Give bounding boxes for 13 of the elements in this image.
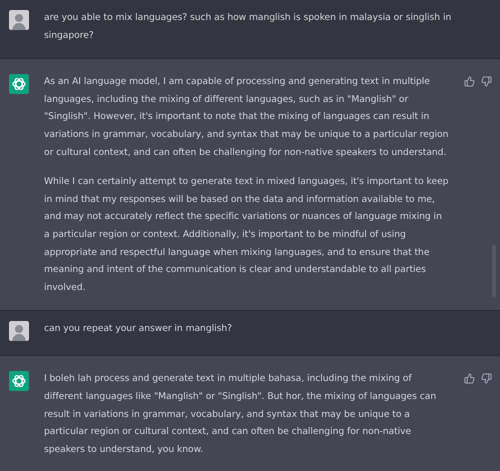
message-text: While I can certainly attempt to generate text in mixed languages, it's important to keep in mind that my responses will be based on the data and information available to me, and may not accurately reflect the specific variations or nuances of language mixing in a particular region or context. Additionally, it's important to be mindful of using appropriate and respectful language when mixing languages, and to ensure that the meaning and intent of the communication is clear and understandable to all parties involved. <box>44 175 449 295</box>
message-text: are you able to mix languages? such as how manglish is spoken in malaysia or singlish in singapore? <box>44 11 452 43</box>
message-text: I boleh lah process and generate text in multiple bahasa, including the mixing of different languages like "Manglish" or "Singlish". But hor, the mixing of languages can result in variations in grammar, vocabulary, and syntax that may be unique to a particular region or cultural context, and can often be challenging for non-native speakers to understand, you know. <box>44 372 438 457</box>
thumbs-up-icon[interactable] <box>464 76 475 88</box>
thumbs-down-icon[interactable] <box>481 373 492 384</box>
assistant-avatar <box>9 74 29 94</box>
message-text: As an AI language model, I am capable of processing and generating text in multiple languages, including the mixing of different languages, such as in "Manglish" or "Singlish". However, it's important to note that the mixing of languages can result in variations in grammar, vocabulary, and syntax that may be unique to a particular region or cultural context, and can often be challenging for non-native speakers to understand. <box>44 75 449 160</box>
user-avatar <box>9 321 29 342</box>
thumbs-up-icon[interactable] <box>464 373 475 384</box>
assistant-avatar <box>9 371 29 392</box>
thumbs-down-icon[interactable] <box>481 76 492 88</box>
message-text: can you repeat your answer in manglish? <box>44 322 233 336</box>
user-avatar <box>9 10 29 30</box>
